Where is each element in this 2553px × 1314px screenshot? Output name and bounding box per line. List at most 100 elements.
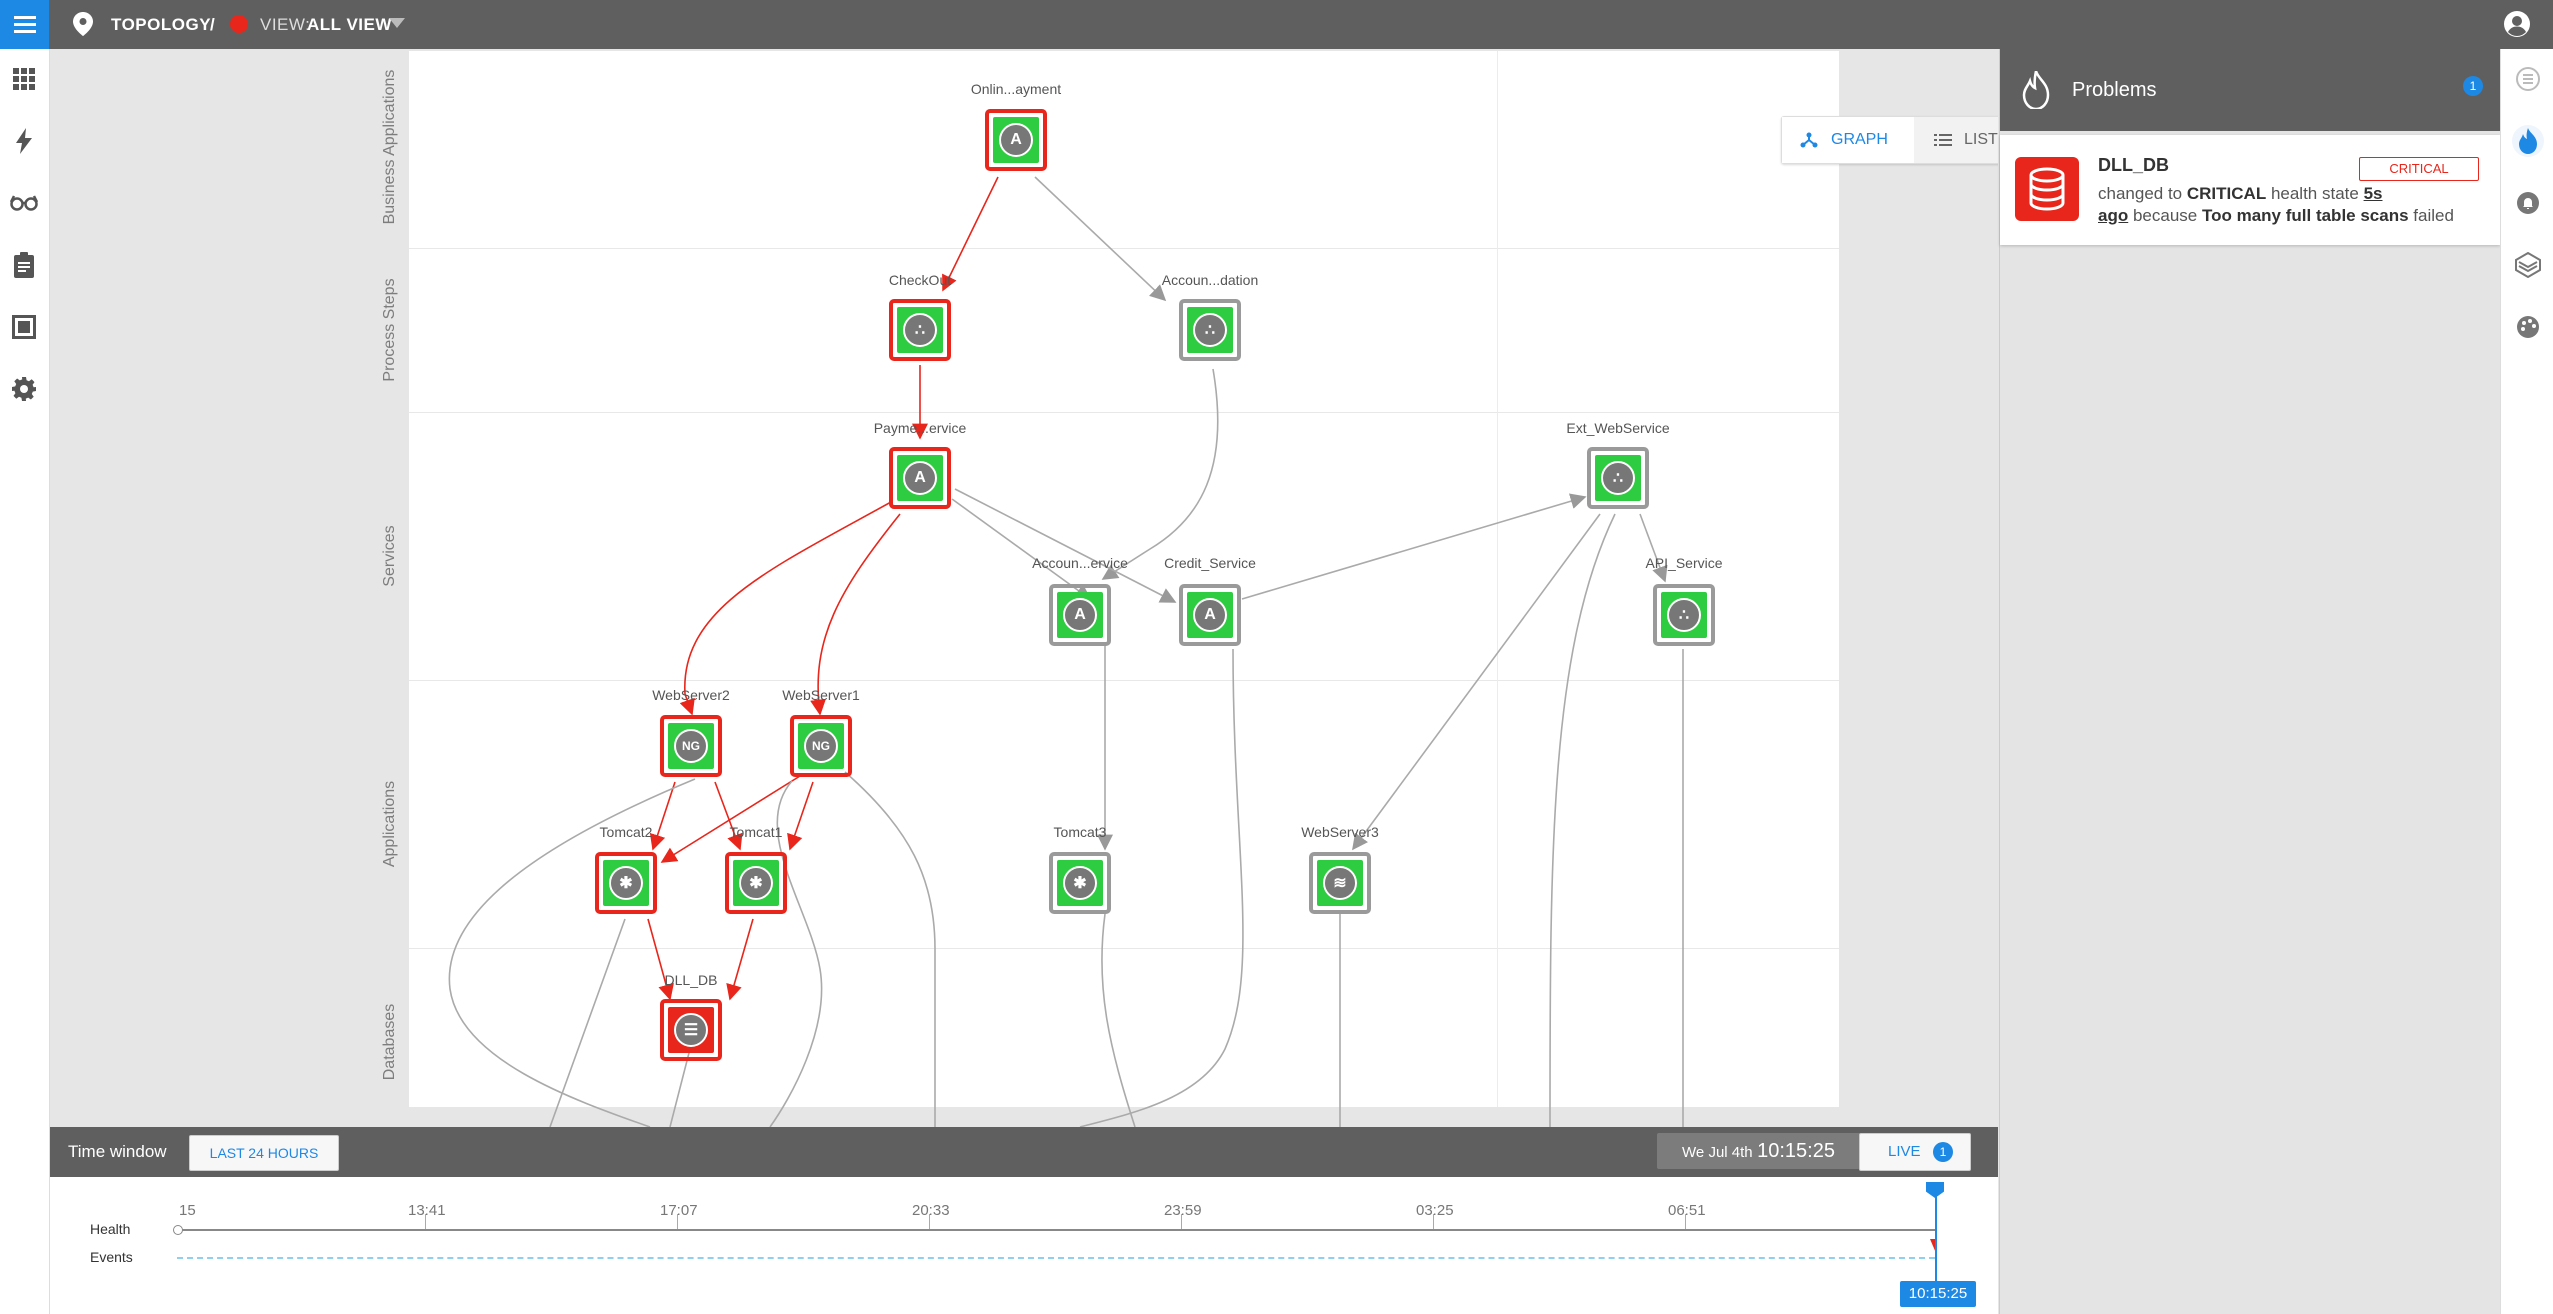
top-bar: TOPOLOGY / VIEW: ALL VIEW [0, 0, 2553, 49]
chevron-down-icon[interactable] [389, 18, 405, 28]
tick-label: 20:33 [912, 1202, 950, 1219]
flame-icon [2022, 71, 2050, 109]
node-label: Tomcat1 [729, 824, 783, 840]
severity-badge: CRITICAL [2359, 157, 2479, 181]
lightning-icon [16, 128, 32, 154]
application-icon: A [903, 461, 937, 495]
node-payment-service[interactable]: A [889, 447, 951, 509]
palette-icon [2517, 316, 2539, 338]
menu-icon [13, 14, 36, 35]
view-health-indicator [230, 15, 248, 33]
node-tomcat1[interactable]: ✱ [725, 852, 787, 914]
graph-view-button[interactable]: GRAPH [1782, 117, 1914, 163]
tick-label: 15 [179, 1202, 196, 1219]
clipboard-icon [14, 252, 34, 278]
list-view-button[interactable]: LIST [1914, 117, 1998, 163]
node-label: WebServer3 [1301, 824, 1379, 840]
node-label: WebServer1 [782, 687, 860, 703]
time-window-label: Time window [68, 1142, 167, 1161]
rail-problems-button[interactable] [2512, 125, 2544, 157]
node-label: Payme...ervice [873, 420, 967, 436]
events-track [177, 1257, 1935, 1259]
problems-panel: Problems 1 DLL_DB CRITICAL changed to CR… [1999, 49, 2500, 1314]
nginx-icon: NG [804, 729, 838, 763]
node-online-payment[interactable]: A [985, 109, 1047, 171]
tick [1685, 1214, 1686, 1230]
list-view-label: LIST [1964, 131, 1998, 148]
edge [1101, 368, 1219, 580]
nav-views[interactable] [9, 312, 39, 342]
bell-icon [2517, 192, 2539, 214]
tomcat-icon: ✱ [609, 866, 643, 900]
node-checkout[interactable]: ∴ [889, 299, 951, 361]
node-credit-service[interactable]: A [1179, 584, 1241, 646]
timeline-cursor-handle[interactable] [1926, 1182, 1944, 1198]
node-tomcat3[interactable]: ✱ [1049, 852, 1111, 914]
hamburger-menu-button[interactable] [0, 0, 49, 49]
node-tomcat2[interactable]: ✱ [595, 852, 657, 914]
graph-icon [1800, 132, 1818, 148]
node-webserver2[interactable]: NG [660, 715, 722, 777]
tick-label: 13:41 [408, 1202, 446, 1219]
nav-dashboard[interactable] [9, 64, 39, 94]
rail-list-button[interactable] [2512, 63, 2544, 95]
node-webserver1[interactable]: NG [790, 715, 852, 777]
rail-layers-button[interactable] [2512, 249, 2544, 281]
nav-events[interactable] [9, 126, 39, 156]
grid-icon [13, 68, 35, 90]
topology-canvas[interactable]: Business Applications Process Steps Serv… [50, 49, 1998, 1127]
edge [810, 513, 901, 716]
list-circle-icon [2516, 67, 2540, 91]
nav-observe[interactable] [9, 188, 39, 218]
tick-label: 03:25 [1416, 1202, 1454, 1219]
node-label: Accoun...dation [1161, 272, 1259, 288]
node-ext-webservice[interactable]: ∴ [1587, 447, 1649, 509]
process-step-icon: ∴ [1193, 313, 1227, 347]
view-prefix: VIEW: [260, 15, 311, 34]
timeline-cursor[interactable] [1935, 1185, 1937, 1295]
tick [677, 1214, 678, 1230]
problem-text: health state [2270, 184, 2359, 203]
health-track [177, 1229, 1935, 1231]
node-account-validation[interactable]: ∴ [1179, 299, 1241, 361]
node-label: DLL_DB [664, 972, 718, 988]
problems-count-badge: 1 [2463, 76, 2483, 96]
edge [1549, 513, 1616, 1127]
service-icon: ∴ [1601, 461, 1635, 495]
node-account-service[interactable]: A [1049, 584, 1111, 646]
current-datetime[interactable]: We Jul 4th 10:15:25 [1657, 1133, 1860, 1169]
edge [660, 775, 801, 863]
tick [1433, 1214, 1434, 1230]
timeline[interactable]: Health Events 15 13:41 17:07 20:33 23:59… [50, 1177, 1998, 1314]
tick-label: 06:51 [1668, 1202, 1706, 1219]
node-dll-db[interactable]: ☰ [660, 999, 722, 1061]
problem-text: failed [2413, 206, 2454, 225]
time-window-bar: Time window LAST 24 HOURS We Jul 4th 10:… [50, 1127, 1998, 1177]
breadcrumb-topology[interactable]: TOPOLOGY [111, 0, 211, 49]
current-time: 10:15:25 [1757, 1140, 1835, 1162]
problem-age: 5s [2363, 184, 2383, 203]
view-selector[interactable]: ALL VIEW [307, 0, 392, 49]
live-button[interactable]: LIVE 1 [1859, 1133, 1971, 1171]
application-icon: A [999, 123, 1033, 157]
node-label: Credit_Service [1164, 555, 1256, 571]
problem-text: changed to [2098, 184, 2183, 203]
view-toggle: GRAPH LIST [1781, 116, 1998, 164]
time-range-button[interactable]: LAST 24 HOURS [189, 1135, 339, 1171]
problem-item[interactable]: DLL_DB CRITICAL changed to CRITICAL heal… [2000, 135, 2500, 245]
problems-title: Problems [2072, 79, 2157, 101]
user-account-icon[interactable] [2503, 10, 2531, 38]
tick [425, 1214, 426, 1230]
node-api-service[interactable]: ∴ [1653, 584, 1715, 646]
edge [1101, 913, 1136, 1127]
nav-reports[interactable] [9, 250, 39, 280]
node-webserver3[interactable]: ≋ [1309, 852, 1371, 914]
nav-settings[interactable] [9, 374, 39, 404]
problem-entity-name: DLL_DB [2098, 155, 2169, 175]
flame-icon [2519, 128, 2537, 154]
rail-palette-button[interactable] [2512, 311, 2544, 343]
problem-reason: Too many full table scans [2201, 206, 2409, 225]
tick-label: 23:59 [1164, 1202, 1202, 1219]
edge [549, 918, 626, 1127]
rail-alerts-button[interactable] [2512, 187, 2544, 219]
